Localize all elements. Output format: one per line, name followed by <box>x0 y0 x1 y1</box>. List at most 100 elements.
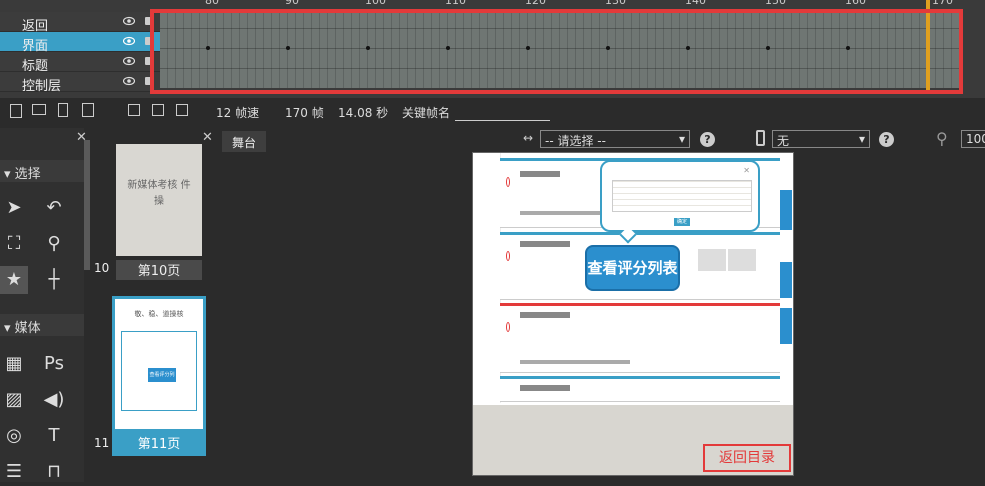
preset-select[interactable]: -- 请选择 -- ▾ <box>540 130 690 148</box>
phone-icon[interactable] <box>756 130 765 146</box>
card-title-line <box>520 171 560 177</box>
status-icon <box>506 177 510 187</box>
copy-icon[interactable] <box>82 103 94 117</box>
ruler-label: 110 <box>445 0 466 7</box>
tab-stage[interactable]: 舞台 <box>222 131 266 152</box>
keyframe-name-input[interactable] <box>455 120 550 121</box>
frame-icon[interactable] <box>128 104 140 116</box>
video-icon[interactable]: ◎ <box>0 422 28 450</box>
help-icon[interactable]: ? <box>879 132 894 147</box>
ruler-label: 120 <box>525 0 546 7</box>
remove-frame-icon[interactable] <box>176 104 188 116</box>
scrollbar[interactable] <box>84 140 90 270</box>
select-value: -- 请选择 -- <box>545 134 606 148</box>
card-text-line <box>520 360 630 364</box>
popup-confirm-button[interactable]: 确定 <box>674 218 690 226</box>
star-icon[interactable]: ★ <box>0 266 28 294</box>
eye-icon[interactable] <box>123 76 135 86</box>
photoshop-icon[interactable]: Ps <box>40 350 68 378</box>
trash-icon[interactable] <box>58 103 68 117</box>
chevron-down-icon: ▾ <box>858 132 865 146</box>
duration: 14.08 秒 <box>338 106 389 120</box>
side-tab[interactable] <box>780 308 792 344</box>
arrow-icon[interactable]: ➤ <box>0 194 28 222</box>
ruler-label: 130 <box>605 0 626 7</box>
lasso-icon[interactable]: ↶ <box>40 194 68 222</box>
page-thumbnail-10[interactable]: 新媒体考核 件操 <box>116 144 202 256</box>
page-thumbnail-11[interactable]: 敬、稳、道操核 查看评分列表 <box>112 296 206 456</box>
thumb-content: 敬、稳、道操核 查看评分列表 <box>115 299 203 429</box>
fps-readout: 12 帧速 <box>216 106 260 120</box>
layer-row-interface[interactable]: 界面 <box>0 32 160 54</box>
card-text-line <box>520 211 610 215</box>
layer-row-control[interactable]: 控制层 <box>0 72 160 94</box>
help-icon[interactable]: ? <box>700 132 715 147</box>
page-label: 第11页 <box>137 437 181 452</box>
close-icon[interactable]: ✕ <box>202 130 213 145</box>
page-number: 10 <box>94 261 110 275</box>
ruler-label: 80 <box>205 0 219 7</box>
side-tab[interactable] <box>780 190 792 230</box>
audio-icon[interactable]: ◀) <box>40 386 68 414</box>
frame-count: 170 帧 <box>285 106 324 120</box>
content-card <box>500 303 780 373</box>
add-frame-icon[interactable] <box>152 104 164 116</box>
highlight-box <box>150 9 963 94</box>
thumb-title: 敬、稳、道操核 <box>134 310 184 318</box>
content-card <box>500 376 780 402</box>
ruler-label: 160 <box>845 0 866 7</box>
eye-icon[interactable] <box>123 56 135 66</box>
ruler-label: 140 <box>685 0 706 7</box>
thumb-text: 新媒体考核 件操 <box>127 180 191 207</box>
section-select[interactable]: ▾ 选择 <box>0 160 84 182</box>
folder-icon[interactable] <box>32 104 46 115</box>
device-select[interactable]: 无 ▾ <box>772 130 870 148</box>
ruler-label: 90 <box>285 0 299 7</box>
guide-icon[interactable]: ┼ <box>40 266 68 294</box>
transform-icon[interactable]: ⛶ <box>0 230 28 258</box>
width-icon[interactable]: ↔ <box>523 131 533 145</box>
status-icon <box>506 322 510 332</box>
canvas-side-nav <box>473 153 501 403</box>
eye-icon[interactable] <box>123 36 135 46</box>
card-title-line <box>520 385 570 391</box>
chevron-down-icon: ▾ <box>678 132 685 146</box>
text-icon[interactable]: T <box>40 422 68 450</box>
card-title-line <box>520 312 570 318</box>
layer-row-title[interactable]: 标题 <box>0 52 160 74</box>
score-box <box>698 249 726 271</box>
layer-name: 控制层 <box>22 79 62 94</box>
close-icon[interactable]: ✕ <box>743 166 750 175</box>
thumb-form: 查看评分列表 <box>121 331 197 411</box>
new-file-icon[interactable] <box>10 104 22 118</box>
page-number: 11 <box>94 436 110 450</box>
image-icon[interactable]: ▨ <box>0 386 28 414</box>
grid-icon[interactable]: ▦ <box>0 350 28 378</box>
ruler-label: 150 <box>765 0 786 7</box>
tool-panel: ▾ 选择 ➤ ↶ ⛶ ⚲ ★ ┼ ▾ 媒体 ▦ Ps ▨ ◀) ◎ T ☰ ⊓ … <box>0 128 87 482</box>
search-icon[interactable]: ⚲ <box>936 129 948 148</box>
keyframe-name-label: 关键帧名 <box>402 106 451 120</box>
ruler-label: 100 <box>365 0 386 7</box>
timeline-panel: 80 90 100 110 120 130 140 150 160 170 返回… <box>0 0 985 98</box>
stage-header: 舞台 ↔ -- 请选择 -- ▾ ? 无 ▾ ? ⚲ 100 <box>218 128 985 152</box>
zoom-input[interactable]: 100 <box>961 130 985 148</box>
select-value: 无 <box>777 134 790 148</box>
section-label: 媒体 <box>14 321 41 336</box>
page-list: ✕ 新媒体考核 件操 10 第10页 敬、稳、道操核 查看评分列表 11 第11… <box>92 128 213 482</box>
thumb-callout: 查看评分列表 <box>148 368 176 392</box>
side-tab[interactable] <box>780 262 792 298</box>
score-box <box>728 249 756 271</box>
layer-row-back[interactable]: 返回 <box>0 12 160 34</box>
section-media[interactable]: ▾ 媒体 <box>0 314 84 336</box>
eye-icon[interactable] <box>123 16 135 26</box>
status-icon <box>506 251 510 261</box>
zoom-icon[interactable]: ⚲ <box>40 230 68 258</box>
card-title-line <box>520 241 570 247</box>
score-popup: ✕ 确定 <box>600 160 760 232</box>
view-scores-callout[interactable]: 查看评分列表 <box>585 245 680 291</box>
score-table <box>612 180 752 212</box>
timeline-info-bar: 12 帧速 170 帧 14.08 秒 关键帧名 <box>0 98 985 126</box>
ruler-label: 170 <box>932 0 953 7</box>
back-to-catalog-button[interactable]: 返回目录 <box>703 444 791 472</box>
